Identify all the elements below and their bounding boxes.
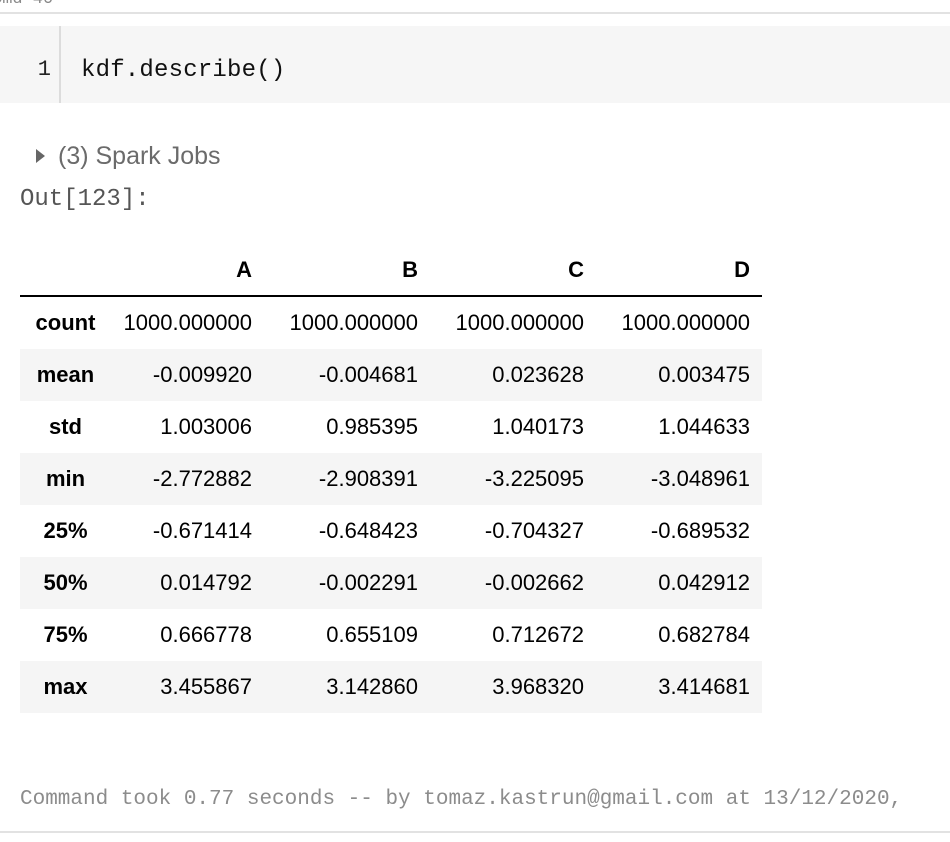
table-cell: -3.048961 bbox=[650, 466, 750, 491]
line-number: 1 bbox=[37, 57, 51, 82]
table-corner bbox=[20, 244, 111, 297]
table-cell: 0.042912 bbox=[658, 570, 750, 595]
column-header: B bbox=[264, 244, 430, 297]
table-row: 25% -0.671414 -0.648423 -0.704327 -0.689… bbox=[20, 505, 762, 557]
table-cell: 0.014792 bbox=[160, 570, 252, 595]
table-cell: -3.225095 bbox=[484, 466, 584, 491]
table-row: 75% 0.666778 0.655109 0.712672 0.682784 bbox=[20, 609, 762, 661]
row-label: 25% bbox=[43, 518, 88, 543]
table-cell: -0.002291 bbox=[318, 570, 418, 595]
line-gutter: 1 bbox=[0, 26, 61, 103]
table-cell: 0.023628 bbox=[492, 362, 584, 387]
table-cell: -0.704327 bbox=[484, 518, 584, 543]
row-label: 75% bbox=[43, 622, 88, 647]
table-cell: 1.003006 bbox=[160, 414, 252, 439]
table-row: mean -0.009920 -0.004681 0.023628 0.0034… bbox=[20, 349, 762, 401]
describe-table: A B C D count 1000.000000 1000.000000 10… bbox=[20, 244, 762, 713]
column-header: A bbox=[111, 244, 264, 297]
notebook-cell: Cmd 40 1 kdf.describe() (3) Spark Jobs O… bbox=[0, 0, 950, 842]
table-row: std 1.003006 0.985395 1.040173 1.044633 bbox=[20, 401, 762, 453]
row-label: mean bbox=[36, 362, 95, 387]
table-cell: 1000.000000 bbox=[289, 310, 418, 335]
row-label: count bbox=[35, 310, 96, 335]
table-cell: -2.772882 bbox=[152, 466, 252, 491]
table-cell: 0.985395 bbox=[326, 414, 418, 439]
cell-label: Cmd 40 bbox=[0, 0, 53, 10]
table-cell: 0.666778 bbox=[160, 622, 252, 647]
table-row: 50% 0.014792 -0.002291 -0.002662 0.04291… bbox=[20, 557, 762, 609]
table-cell: -2.908391 bbox=[318, 466, 418, 491]
row-label: std bbox=[49, 414, 82, 439]
cell-divider bbox=[0, 831, 950, 833]
caret-right-icon[interactable] bbox=[36, 149, 45, 163]
table-cell: 1000.000000 bbox=[123, 310, 252, 335]
table-cell: -0.004681 bbox=[318, 362, 418, 387]
table-cell: 1.044633 bbox=[658, 414, 750, 439]
table-cell: 0.003475 bbox=[658, 362, 750, 387]
table-cell: -0.009920 bbox=[152, 362, 252, 387]
table-header-row: A B C D bbox=[20, 244, 762, 297]
row-label: 50% bbox=[43, 570, 88, 595]
table-cell: 0.655109 bbox=[326, 622, 418, 647]
spark-jobs-toggle[interactable]: (3) Spark Jobs bbox=[36, 141, 221, 171]
command-status: Command took 0.77 seconds -- by tomaz.ka… bbox=[20, 788, 903, 811]
table-cell: 1.040173 bbox=[492, 414, 584, 439]
table-cell: 1000.000000 bbox=[455, 310, 584, 335]
table-cell: 3.968320 bbox=[492, 674, 584, 699]
table-cell: 3.455867 bbox=[160, 674, 252, 699]
code-line[interactable]: kdf.describe() bbox=[81, 57, 285, 84]
spark-jobs-label: (3) Spark Jobs bbox=[58, 141, 221, 170]
row-label: min bbox=[45, 466, 86, 491]
column-header: D bbox=[596, 244, 762, 297]
table-cell: -0.002662 bbox=[484, 570, 584, 595]
code-editor[interactable]: 1 kdf.describe() bbox=[0, 26, 950, 103]
table-cell: -0.671414 bbox=[152, 518, 252, 543]
column-header: C bbox=[430, 244, 596, 297]
table-row: min -2.772882 -2.908391 -3.225095 -3.048… bbox=[20, 453, 762, 505]
table-cell: 0.712672 bbox=[492, 622, 584, 647]
table-row: max 3.455867 3.142860 3.968320 3.414681 bbox=[20, 661, 762, 713]
table-cell: -0.648423 bbox=[318, 518, 418, 543]
table-cell: 3.142860 bbox=[326, 674, 418, 699]
table-cell: 1000.000000 bbox=[621, 310, 750, 335]
table-cell: 3.414681 bbox=[658, 674, 750, 699]
table-cell: -0.689532 bbox=[650, 518, 750, 543]
row-label: max bbox=[43, 674, 88, 699]
table-row: count 1000.000000 1000.000000 1000.00000… bbox=[20, 296, 762, 349]
cell-header: Cmd 40 bbox=[0, 0, 950, 14]
table-cell: 0.682784 bbox=[658, 622, 750, 647]
output-label: Out[123]: bbox=[20, 186, 150, 213]
